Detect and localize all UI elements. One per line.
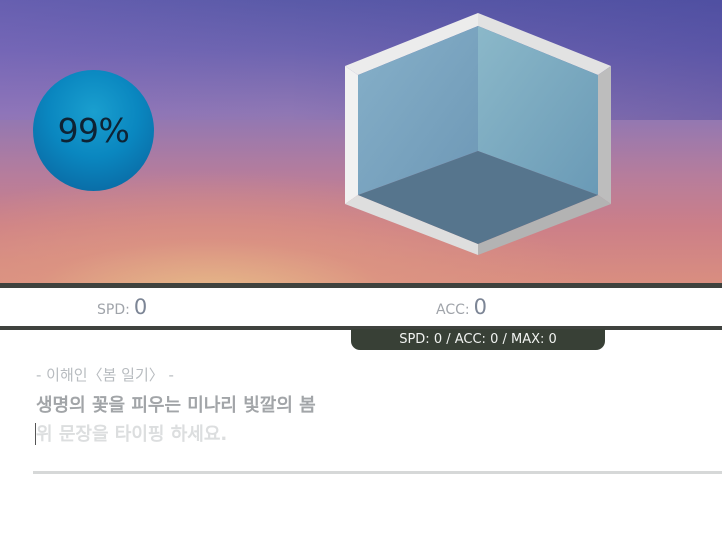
typing-field-wrapper [33,419,722,474]
speed-label: SPD: [97,302,130,318]
sentence-source: - 이해인〈봄 일기〉 - [36,366,174,384]
typing-input[interactable] [33,419,696,449]
stats-panel: SPD: 0 ACC: 0 [0,288,722,326]
hexagon-box-icon [345,13,611,255]
text-caret [35,423,36,445]
frame-right [598,66,611,204]
accuracy-stat: ACC: 0 [436,295,487,319]
accuracy-value: 0 [473,295,487,319]
speed-value: 0 [133,295,148,319]
progress-label: 99% [57,111,130,150]
frame-left [345,66,358,204]
typing-game-page: 99% SPD: 0 ACC: 0 SPD: 0 / ACC: 0 / MAX:… [0,0,722,545]
sunset-header: 99% [0,0,722,283]
progress-circle: 99% [33,70,154,191]
stats-summary-badge: SPD: 0 / ACC: 0 / MAX: 0 [351,329,605,350]
accuracy-label: ACC: [436,302,470,318]
target-sentence: 생명의 꽃을 피우는 미나리 빛깔의 봄 [36,395,316,416]
speed-stat: SPD: 0 [97,295,147,319]
